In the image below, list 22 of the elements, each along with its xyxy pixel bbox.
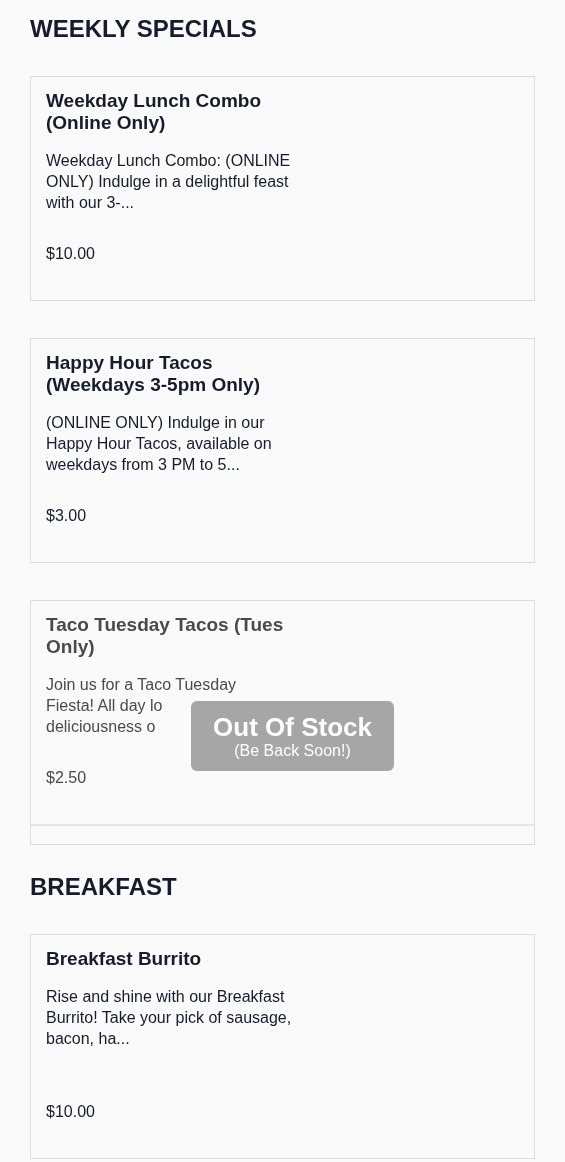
item-price: $3.00 <box>46 506 88 526</box>
item-price: $2.50 <box>46 768 88 788</box>
item-price: $10.00 <box>46 1102 96 1122</box>
item-description: Join us for a Taco Tuesday <box>46 675 237 695</box>
menu-item-card[interactable]: Taco Tuesday Tacos (Tues Only) Join us for a Taco Tuesday Fiesta! All day lo deliciousness o $2.50 Out Of Stock (Be Back Soon!) <box>30 600 535 845</box>
menu-item-card[interactable]: Breakfast Burrito Rise and shine with our Breakfast Burrito! Take your pick of sausage, bacon, ha... $10.00 <box>30 934 535 1159</box>
item-description: (ONLINE ONLY) Indulge in our Happy Hour Tacos, available on weekdays from 3 PM to 5... <box>46 413 273 475</box>
menu-item-card[interactable]: Weekday Lunch Combo (Online Only) Weekday Lunch Combo: (ONLINE ONLY) Indulge in a delightful feast with our 3-... $10.00 <box>30 76 535 301</box>
item-description: Rise and shine with our Breakfast Burrito! Take your pick of sausage, bacon, ha... <box>46 987 293 1049</box>
item-price: $10.00 <box>46 244 96 264</box>
item-name: Taco Tuesday Tacos (Tues Only) <box>46 614 285 658</box>
item-name: Breakfast Burrito <box>46 948 203 970</box>
section-heading: WEEKLY SPECIALS <box>30 14 258 44</box>
badge-title: Out Of Stock <box>213 712 372 742</box>
badge-subtitle: (Be Back Soon!) <box>234 742 351 760</box>
menu-item-card[interactable]: Happy Hour Tacos (Weekdays 3-5pm Only) (ONLINE ONLY) Indulge in our Happy Hour Tacos, available on weekdays from 3 PM to 5... $3.00 <box>30 338 535 563</box>
item-name: Weekday Lunch Combo (Online Only) <box>46 90 262 134</box>
item-description: Weekday Lunch Combo: (ONLINE ONLY) Indulge in a delightful feast with our 3-... <box>46 151 292 213</box>
section-heading: BREAKFAST <box>30 872 178 902</box>
item-description: deliciousness o <box>46 717 156 737</box>
item-name: Happy Hour Tacos (Weekdays 3-5pm Only) <box>46 352 261 396</box>
item-description: Fiesta! All day lo <box>46 696 163 716</box>
